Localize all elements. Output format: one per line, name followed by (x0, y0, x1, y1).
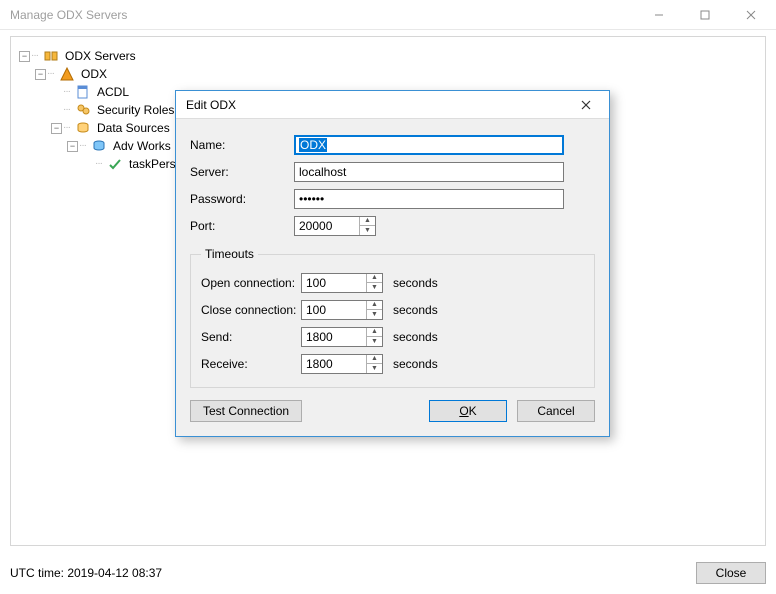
port-input[interactable] (295, 217, 359, 235)
window-close-button[interactable] (728, 0, 774, 30)
tree-label: Data Sources (95, 119, 172, 137)
database-icon (91, 138, 107, 154)
port-stepper[interactable]: ▲▼ (294, 216, 376, 236)
receive-input[interactable] (302, 355, 366, 373)
spin-down-icon[interactable]: ▼ (367, 310, 382, 319)
minimize-button[interactable] (636, 0, 682, 30)
close-connection-stepper[interactable]: ▲▼ (301, 300, 383, 320)
cancel-button[interactable]: Cancel (517, 400, 595, 422)
tree-node-root[interactable]: − ··· ODX Servers (19, 47, 757, 65)
spin-up-icon[interactable]: ▲ (367, 301, 382, 311)
send-stepper[interactable]: ▲▼ (301, 327, 383, 347)
roles-icon (75, 102, 91, 118)
name-label: Name: (190, 138, 294, 152)
port-label: Port: (190, 219, 294, 233)
tree-label: Security Roles (95, 101, 176, 119)
open-connection-input[interactable] (302, 274, 366, 292)
name-input[interactable]: ODX (294, 135, 564, 155)
spin-up-icon[interactable]: ▲ (367, 274, 382, 284)
datasource-icon (75, 120, 91, 136)
window-title: Manage ODX Servers (10, 8, 636, 22)
open-connection-stepper[interactable]: ▲▼ (301, 273, 383, 293)
close-button[interactable]: Close (696, 562, 766, 584)
seconds-unit: seconds (393, 357, 438, 371)
dialog-close-button[interactable] (571, 94, 601, 116)
spin-down-icon[interactable]: ▼ (360, 226, 375, 235)
edit-odx-dialog: Edit ODX Name: ODX Server: Password: Por… (175, 90, 610, 437)
expander-icon[interactable]: − (51, 123, 62, 134)
close-connection-input[interactable] (302, 301, 366, 319)
password-input[interactable] (294, 189, 564, 209)
seconds-unit: seconds (393, 303, 438, 317)
maximize-button[interactable] (682, 0, 728, 30)
window-footer: UTC time: 2019-04-12 08:37 Close (10, 558, 766, 588)
spin-up-icon[interactable]: ▲ (367, 328, 382, 338)
window-titlebar: Manage ODX Servers (0, 0, 776, 30)
servers-icon (43, 48, 59, 64)
open-connection-label: Open connection: (201, 276, 301, 290)
password-label: Password: (190, 192, 294, 206)
ok-button[interactable]: OK (429, 400, 507, 422)
receive-stepper[interactable]: ▲▼ (301, 354, 383, 374)
spin-down-icon[interactable]: ▼ (367, 337, 382, 346)
expander-icon[interactable]: − (19, 51, 30, 62)
seconds-unit: seconds (393, 330, 438, 344)
expander-icon[interactable]: − (35, 69, 46, 80)
utc-time-label: UTC time: 2019-04-12 08:37 (10, 566, 162, 580)
server-icon (59, 66, 75, 82)
timeouts-group: Timeouts Open connection: ▲▼ seconds Clo… (190, 247, 595, 388)
tree-node-odx[interactable]: − ··· ODX (19, 65, 757, 83)
send-label: Send: (201, 330, 301, 344)
tree-label: Adv Works (111, 137, 173, 155)
tree-label: ODX (79, 65, 109, 83)
timeouts-legend: Timeouts (201, 247, 258, 261)
tree-label: ODX Servers (63, 47, 138, 65)
tree-label: ACDL (95, 83, 131, 101)
spin-down-icon[interactable]: ▼ (367, 364, 382, 373)
spin-down-icon[interactable]: ▼ (367, 283, 382, 292)
spin-up-icon[interactable]: ▲ (367, 355, 382, 365)
server-label: Server: (190, 165, 294, 179)
dialog-title: Edit ODX (186, 98, 571, 112)
test-connection-button[interactable]: Test Connection (190, 400, 302, 422)
close-connection-label: Close connection: (201, 303, 301, 317)
send-input[interactable] (302, 328, 366, 346)
document-icon (75, 84, 91, 100)
dialog-titlebar: Edit ODX (176, 91, 609, 119)
receive-label: Receive: (201, 357, 301, 371)
task-icon (107, 156, 123, 172)
spin-up-icon[interactable]: ▲ (360, 217, 375, 227)
server-input[interactable] (294, 162, 564, 182)
seconds-unit: seconds (393, 276, 438, 290)
expander-icon[interactable]: − (67, 141, 78, 152)
